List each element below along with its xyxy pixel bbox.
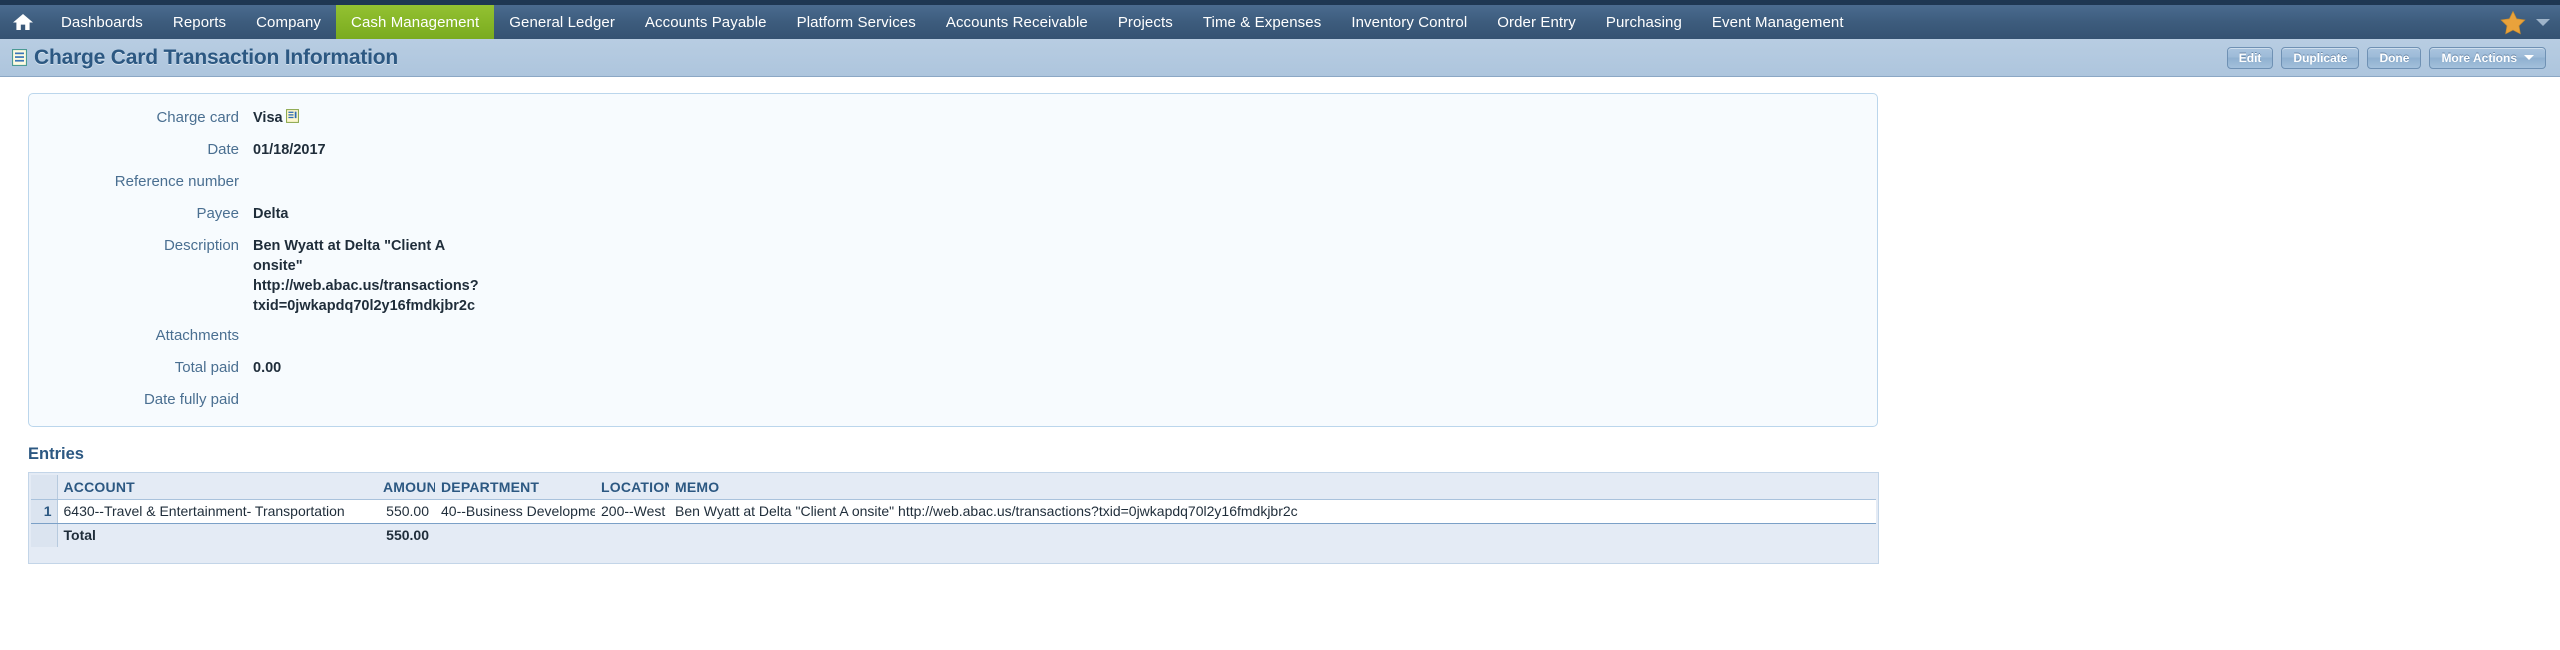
duplicate-button[interactable]: Duplicate <box>2281 46 2360 69</box>
table-total-row: Total 550.00 <box>31 523 1876 547</box>
more-actions-button[interactable]: More Actions <box>2429 46 2546 69</box>
nav-item-purchasing[interactable]: Purchasing <box>1591 5 1697 39</box>
nav-item-reports[interactable]: Reports <box>158 5 241 39</box>
field-row-date-fully-paid: Date fully paid <box>29 390 1877 412</box>
field-row-date: Date 01/18/2017 <box>29 140 1877 162</box>
field-value-payee: Delta <box>253 204 288 224</box>
field-row-total-paid: Total paid 0.00 <box>29 358 1877 380</box>
nav-item-platform-services[interactable]: Platform Services <box>782 5 931 39</box>
field-label-date: Date <box>207 141 239 158</box>
star-icon[interactable] <box>2500 10 2526 35</box>
field-value-line: http://web.abac.us/transactions? <box>253 278 479 294</box>
total-row-number <box>31 523 58 547</box>
field-row-attachments: Attachments <box>29 326 1877 348</box>
table-header-row: ACCOUNT AMOUNT DEPARTMENT LOCATION MEMO <box>31 475 1876 500</box>
chevron-down-icon <box>2524 55 2534 60</box>
entries-heading: Entries <box>28 445 84 463</box>
field-label-charge-card: Charge card <box>156 109 239 126</box>
total-location <box>595 523 669 547</box>
nav-item-order-entry[interactable]: Order Entry <box>1482 5 1591 39</box>
page-action-buttons: Edit Duplicate Done More Actions <box>2226 46 2546 69</box>
column-header-location[interactable]: LOCATION <box>595 475 669 500</box>
column-header-department[interactable]: DEPARTMENT <box>435 475 595 500</box>
home-icon[interactable] <box>0 5 46 39</box>
nav-item-cash-management[interactable]: Cash Management <box>336 5 495 39</box>
button-label: More Actions <box>2441 50 2517 65</box>
charge-card-info-panel: Charge card Visa Date 01/18/2017 Reference n… <box>28 93 1878 427</box>
field-value-text: Delta <box>253 206 289 222</box>
button-label: Duplicate <box>2293 50 2348 65</box>
total-amount: 550.00 <box>377 523 435 547</box>
page-content: Charge card Visa Date 01/18/2017 Reference n… <box>0 77 2560 564</box>
field-value-line: onsite" <box>253 258 303 274</box>
column-header-amount[interactable]: AMOUNT <box>377 475 435 500</box>
field-label-attachments: Attachments <box>155 327 239 344</box>
field-row-reference-number: Reference number <box>29 172 1877 194</box>
edit-button[interactable]: Edit <box>2226 46 2274 69</box>
field-label-description: Description <box>163 237 239 254</box>
nav-item-accounts-receivable[interactable]: Accounts Receivable <box>931 5 1103 39</box>
field-row-charge-card: Charge card Visa <box>29 108 1877 130</box>
entries-table: ACCOUNT AMOUNT DEPARTMENT LOCATION MEMO … <box>31 475 1876 547</box>
nav-item-dashboards[interactable]: Dashboards <box>46 5 158 39</box>
column-header-rownum <box>31 475 58 500</box>
field-value-total-paid: 0.00 <box>253 358 281 378</box>
nav-item-projects[interactable]: Projects <box>1103 5 1188 39</box>
field-value-line: Ben Wyatt at Delta "Client A <box>253 238 446 254</box>
field-label-payee: Payee <box>196 205 239 222</box>
page-title: Charge Card Transaction Information <box>34 45 399 69</box>
navigation-right-tools <box>2500 5 2560 39</box>
total-memo <box>669 523 1876 547</box>
column-header-account[interactable]: ACCOUNT <box>57 475 377 500</box>
table-row[interactable]: 1 6430--Travel & Entertainment- Transport… <box>31 499 1876 524</box>
field-value-text: 01/18/2017 <box>253 142 326 158</box>
field-value-date: 01/18/2017 <box>253 140 326 160</box>
nav-item-inventory-control[interactable]: Inventory Control <box>1336 5 1482 39</box>
field-value-text: Visa <box>253 110 283 126</box>
chevron-down-icon[interactable] <box>2536 18 2550 26</box>
main-navigation-bar: Dashboards Reports Company Cash Management G… <box>0 5 2560 39</box>
field-row-payee: Payee Delta <box>29 204 1877 226</box>
field-row-description: Description Ben Wyatt at Delta "Client A o… <box>29 236 1877 316</box>
page-title-bar: Charge Card Transaction Information Edit… <box>0 39 2560 77</box>
entries-table-container: ACCOUNT AMOUNT DEPARTMENT LOCATION MEMO … <box>28 472 1879 564</box>
total-department <box>435 523 595 547</box>
field-label-total-paid: Total paid <box>174 359 239 376</box>
cell-account: 6430--Travel & Entertainment- Transporta… <box>57 499 377 524</box>
cell-row-number: 1 <box>31 499 58 524</box>
cell-department: 40--Business Development <box>435 499 595 524</box>
nav-item-accounts-payable[interactable]: Accounts Payable <box>630 5 782 39</box>
nav-item-event-management[interactable]: Event Management <box>1697 5 1859 39</box>
button-label: Done <box>2379 50 2410 65</box>
total-label: Total <box>57 523 377 547</box>
nav-item-company[interactable]: Company <box>241 5 336 39</box>
nav-item-time-expenses[interactable]: Time & Expenses <box>1188 5 1337 39</box>
cell-memo: Ben Wyatt at Delta "Client A onsite" htt… <box>669 499 1876 524</box>
button-label: Edit <box>2238 50 2262 65</box>
document-list-icon <box>12 49 27 66</box>
record-link-icon[interactable] <box>285 109 299 123</box>
cell-location: 200--West <box>595 499 669 524</box>
field-value-line: txid=0jwkapdq70l2y16fmdkjbr2c <box>253 298 476 314</box>
field-value-charge-card: Visa <box>253 108 299 128</box>
field-value-description: Ben Wyatt at Delta "Client A onsite" http:… <box>253 236 479 316</box>
field-value-text: 0.00 <box>253 360 282 376</box>
done-button[interactable]: Done <box>2367 46 2422 69</box>
column-header-memo[interactable]: MEMO <box>669 475 1876 500</box>
field-label-reference-number: Reference number <box>114 173 239 190</box>
field-label-date-fully-paid: Date fully paid <box>143 391 239 408</box>
cell-amount: 550.00 <box>377 499 435 524</box>
nav-item-general-ledger[interactable]: General Ledger <box>494 5 630 39</box>
